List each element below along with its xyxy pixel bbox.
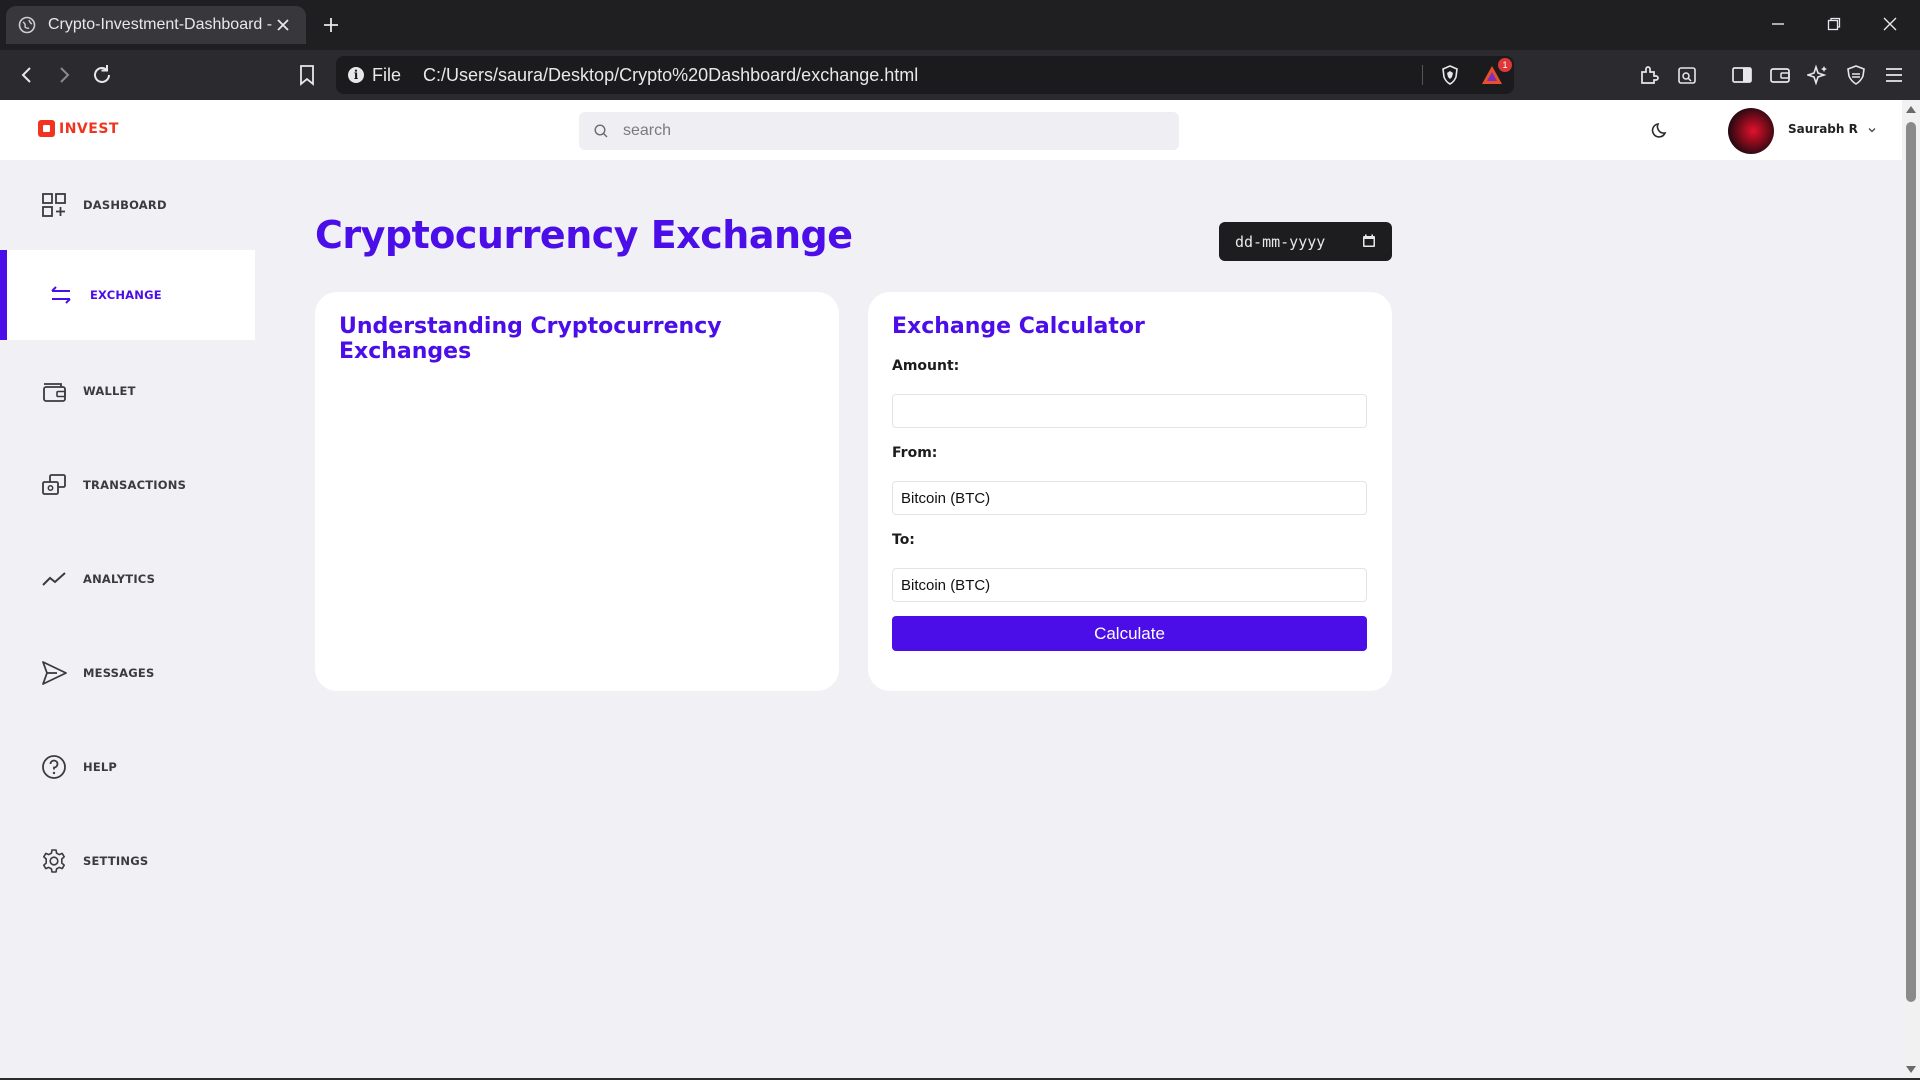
restore-button[interactable] [1818, 10, 1850, 38]
sidebar-item-label: EXCHANGE [90, 288, 162, 302]
info-card-title: Understanding Cryptocurrency Exchanges [339, 314, 722, 364]
page-title: Cryptocurrency Exchange [315, 213, 853, 257]
browser-toolbar: i File C:/Users/saura/Desktop/Crypto%20D… [0, 50, 1920, 100]
sidebar-item-label: MESSAGES [83, 666, 155, 680]
sidebar-toggle-icon[interactable] [1727, 60, 1757, 90]
scroll-down-arrow-icon[interactable] [1906, 1066, 1916, 1073]
leo-ai-icon[interactable] [1803, 60, 1833, 90]
page-scrollbar[interactable] [1902, 100, 1920, 1080]
vpn-shield-icon[interactable] [1841, 60, 1871, 90]
reader-mode-icon[interactable] [1672, 60, 1702, 90]
menu-icon[interactable] [1879, 60, 1909, 90]
wallet-toolbar-icon[interactable] [1765, 60, 1795, 90]
sidebar-item-label: WALLET [83, 384, 136, 398]
exchange-arrows-icon [51, 286, 71, 304]
to-select[interactable]: Bitcoin (BTC) [892, 568, 1367, 602]
to-label: To: [892, 532, 915, 548]
sidebar: DASHBOARD EXCHANGE WALLET TRANSACTIONS A… [0, 160, 255, 1080]
sidebar-item-dashboard[interactable]: DASHBOARD [0, 160, 255, 250]
bookmark-button[interactable] [292, 60, 322, 90]
globe-icon [18, 16, 36, 34]
search-icon [594, 124, 608, 138]
reload-button[interactable] [87, 60, 117, 90]
user-name[interactable]: Saurabh R [1788, 122, 1858, 136]
site-info-icon[interactable]: i [348, 67, 364, 83]
brave-shields-icon[interactable] [1440, 65, 1460, 85]
dark-mode-toggle-icon[interactable] [1650, 120, 1670, 140]
tab-close-icon[interactable] [272, 14, 294, 36]
scroll-up-arrow-icon[interactable] [1906, 106, 1916, 113]
sidebar-item-messages[interactable]: MESSAGES [0, 628, 255, 718]
from-label: From: [892, 445, 938, 461]
url-text[interactable]: C:/Users/saura/Desktop/Crypto%20Dashboar… [423, 65, 918, 86]
chevron-down-icon[interactable] [1866, 124, 1878, 136]
sidebar-item-settings[interactable]: SETTINGS [0, 816, 255, 906]
date-placeholder: dd-mm-yyyy [1235, 232, 1326, 251]
send-icon [42, 661, 67, 685]
sidebar-item-label: SETTINGS [83, 854, 149, 868]
calendar-icon[interactable] [1362, 234, 1376, 248]
info-card: Understanding Cryptocurrency Exchanges [315, 292, 839, 691]
logo-text: INVEST [59, 120, 119, 137]
address-bar-divider [1422, 65, 1423, 85]
sidebar-item-exchange[interactable]: EXCHANGE [0, 250, 255, 340]
transactions-icon [42, 474, 66, 495]
amount-label: Amount: [892, 358, 960, 374]
exchange-calculator-card: Exchange Calculator Amount: From: Bitcoi… [868, 292, 1392, 691]
sidebar-item-wallet[interactable]: WALLET [0, 346, 255, 436]
amount-field[interactable] [892, 394, 1367, 428]
browser-tab-bar: Crypto-Investment-Dashboard - [0, 0, 1920, 50]
close-window-button[interactable] [1874, 10, 1906, 38]
calculate-button[interactable]: Calculate [892, 616, 1367, 651]
date-input[interactable]: dd-mm-yyyy [1219, 222, 1392, 261]
tab-title: Crypto-Investment-Dashboard - [48, 16, 272, 33]
logo[interactable]: INVEST [38, 120, 119, 137]
new-tab-button[interactable] [318, 12, 344, 38]
url-scheme: File [372, 64, 402, 85]
sidebar-item-analytics[interactable]: ANALYTICS [0, 534, 255, 624]
top-navbar: INVEST Saurabh R [0, 100, 1902, 160]
gear-icon [43, 849, 65, 873]
logo-mark-icon [38, 120, 55, 137]
avatar[interactable] [1728, 108, 1774, 154]
dashboard-grid-icon [42, 193, 66, 217]
help-circle-icon [42, 755, 66, 779]
wallet-icon [43, 383, 66, 402]
sidebar-item-transactions[interactable]: TRANSACTIONS [0, 440, 255, 530]
back-button[interactable] [12, 60, 42, 90]
sidebar-item-label: ANALYTICS [83, 572, 156, 586]
sidebar-item-label: TRANSACTIONS [83, 478, 187, 492]
browser-tab[interactable]: Crypto-Investment-Dashboard - [6, 6, 306, 44]
minimize-button[interactable] [1762, 10, 1794, 38]
analytics-trend-icon [42, 572, 66, 586]
sidebar-item-label: DASHBOARD [83, 198, 167, 212]
address-bar[interactable]: i File C:/Users/saura/Desktop/Crypto%20D… [336, 56, 1514, 94]
search-bar[interactable] [579, 112, 1179, 150]
scrollbar-thumb[interactable] [1906, 122, 1916, 1002]
extensions-icon[interactable] [1634, 60, 1664, 90]
from-select[interactable]: Bitcoin (BTC) [892, 481, 1367, 515]
sidebar-item-help[interactable]: HELP [0, 722, 255, 812]
calculator-title: Exchange Calculator [892, 314, 1145, 339]
web-page: INVEST Saurabh R DASHBOARD EXCHANGE WALL… [0, 100, 1902, 1080]
rewards-badge: 1 [1498, 58, 1512, 72]
forward-button[interactable] [49, 60, 79, 90]
search-input[interactable] [623, 122, 1163, 140]
sidebar-item-label: HELP [83, 760, 118, 774]
